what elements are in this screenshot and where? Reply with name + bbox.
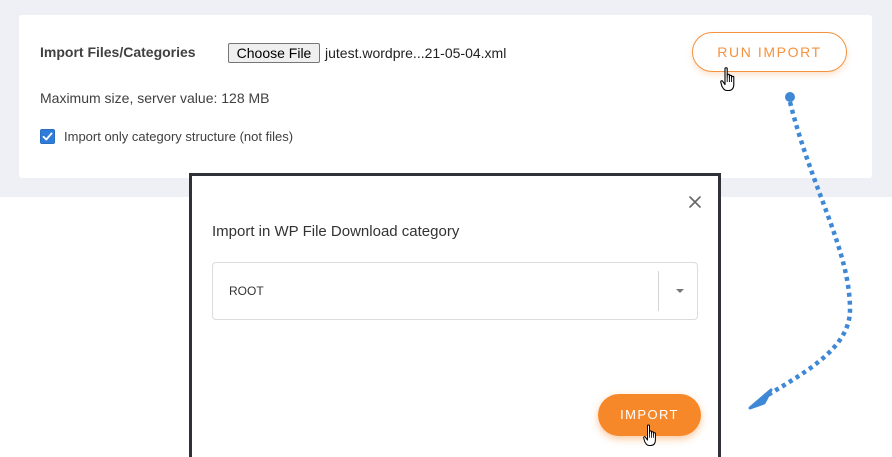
dotted-arrow-line	[761, 101, 853, 400]
arrow-start-dot	[785, 92, 795, 102]
flow-arrow	[748, 92, 853, 410]
arrow-head	[748, 388, 773, 410]
